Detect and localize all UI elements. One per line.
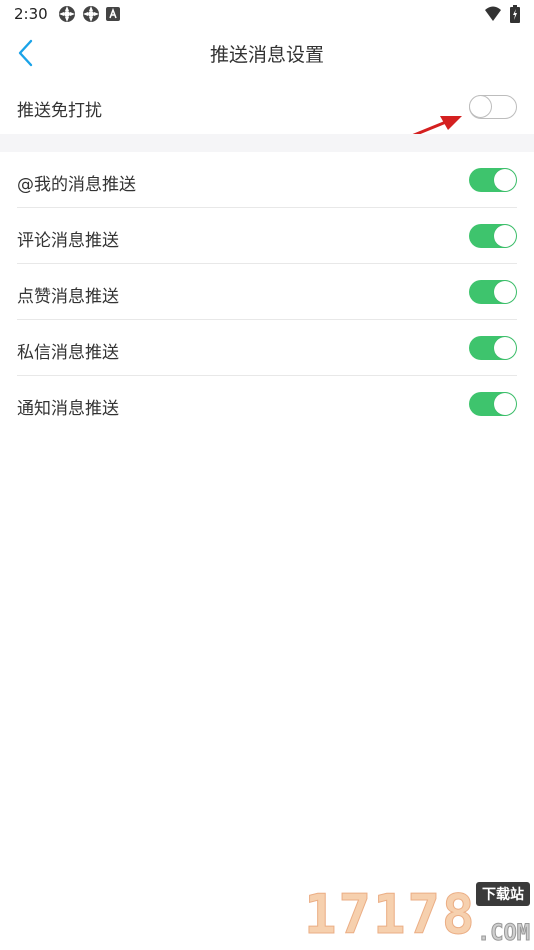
toggle-knob <box>494 337 516 359</box>
notification-toggle[interactable] <box>469 392 517 416</box>
status-icons-left <box>58 5 120 23</box>
setting-label: 点赞消息推送 <box>17 287 119 307</box>
setting-row-private-message: 私信消息推送 <box>0 320 534 376</box>
toggle-knob <box>494 169 516 191</box>
header-bar: 推送消息设置 <box>0 28 534 80</box>
watermark-domain: .COM <box>477 921 531 947</box>
watermark-digits: 17178 <box>304 883 477 947</box>
watermark-logo: 17178 下载站 .COM <box>304 880 534 950</box>
setting-row-comment: 评论消息推送 <box>0 208 534 264</box>
setting-label: @我的消息推送 <box>17 175 136 195</box>
a-box-icon <box>106 7 120 21</box>
like-toggle[interactable] <box>469 280 517 304</box>
toggle-knob <box>494 393 516 415</box>
setting-row-notification: 通知消息推送 <box>0 376 534 432</box>
setting-label: 评论消息推送 <box>17 231 119 251</box>
setting-label: 通知消息推送 <box>17 399 119 419</box>
setting-label: 私信消息推送 <box>17 343 119 363</box>
wifi-icon <box>485 6 501 21</box>
setting-row-like: 点赞消息推送 <box>0 264 534 320</box>
page-title: 推送消息设置 <box>209 44 324 66</box>
at-me-toggle[interactable] <box>469 168 517 192</box>
status-time: 2:30 <box>14 5 48 23</box>
settings-gear-icon <box>83 6 99 22</box>
setting-row-at-me: @我的消息推送 <box>0 152 534 208</box>
status-bar: 2:30 <box>0 0 534 28</box>
battery-icon <box>510 5 520 23</box>
dnd-toggle[interactable] <box>469 95 517 119</box>
comment-toggle[interactable] <box>469 224 517 248</box>
toggle-knob <box>469 95 492 118</box>
section-separator <box>0 134 534 152</box>
settings-gear-icon <box>59 6 75 22</box>
toggle-knob <box>494 225 516 247</box>
private-message-toggle[interactable] <box>469 336 517 360</box>
watermark-badge: 下载站 <box>476 882 530 906</box>
toggle-knob <box>494 281 516 303</box>
dnd-label: 推送免打扰 <box>17 101 102 121</box>
status-icons-right <box>484 5 520 23</box>
